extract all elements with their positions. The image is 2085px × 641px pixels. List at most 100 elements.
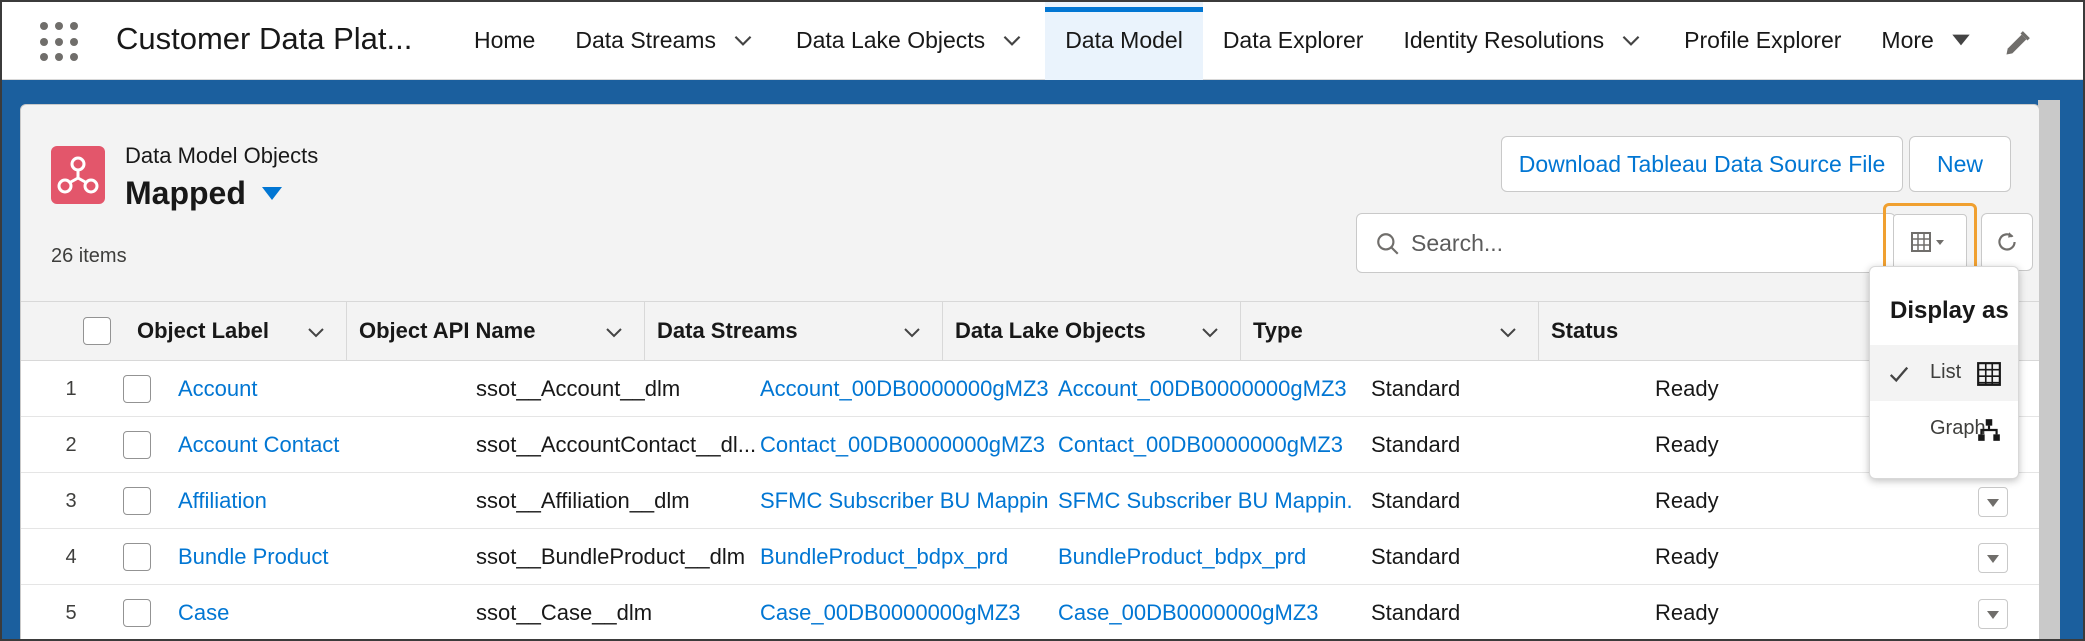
- hierarchy-icon: [1978, 419, 2000, 441]
- caret-down-icon[interactable]: [1948, 27, 1974, 53]
- row-checkbox[interactable]: [123, 487, 151, 515]
- row-select-cell: [123, 417, 153, 473]
- chevron-down-icon[interactable]: [1496, 320, 1520, 344]
- table-row: 4 Bundle Product ssot__BundleProduct__dl…: [21, 529, 2039, 585]
- row-actions-button[interactable]: [1978, 599, 2008, 629]
- row-actions-button[interactable]: [1978, 487, 2008, 517]
- data-stream-link[interactable]: BundleProduct_bdpx_prd: [760, 529, 1050, 585]
- nav-tab-data-lake-objects[interactable]: Data Lake Objects: [776, 0, 1045, 80]
- table-icon: [1977, 362, 2001, 386]
- object-label-link[interactable]: Affiliation: [178, 473, 343, 529]
- page-scrollbar[interactable]: [2038, 100, 2060, 641]
- nav-tab-identity-resolutions[interactable]: Identity Resolutions: [1383, 0, 1664, 80]
- display-as-graph-option[interactable]: Graph: [1870, 401, 2018, 457]
- data-lake-object-link[interactable]: Account_00DB0000000gMZ3: [1058, 361, 1351, 417]
- data-lake-object-link[interactable]: SFMC Subscriber BU Mappin...: [1058, 473, 1351, 529]
- nav-tab-data-model[interactable]: Data Model: [1045, 0, 1203, 80]
- status-value: Ready: [1655, 600, 1719, 625]
- row-checkbox[interactable]: [123, 599, 151, 627]
- table-icon: [1911, 232, 1944, 252]
- nav-tab-label: Identity Resolutions: [1403, 26, 1605, 53]
- type-value: Standard: [1371, 488, 1461, 513]
- nav-tab-label: Data Streams: [575, 26, 716, 53]
- row-checkbox[interactable]: [123, 543, 151, 571]
- chevron-down-icon[interactable]: [999, 27, 1025, 53]
- table-row: 5 Case ssot__Case__dlm Case_00DB0000000g…: [21, 585, 2039, 640]
- column-header-type[interactable]: Type: [1241, 302, 1539, 360]
- row-checkbox[interactable]: [123, 431, 151, 459]
- display-as-list-option[interactable]: List: [1870, 345, 2018, 401]
- row-select-cell: [123, 473, 153, 529]
- data-stream-link[interactable]: SFMC Subscriber BU Mappin...: [760, 473, 1050, 529]
- column-header-data-lake-objects[interactable]: Data Lake Objects: [943, 302, 1241, 360]
- chevron-down-icon[interactable]: [900, 320, 924, 344]
- list-view-title: Mapped: [125, 175, 246, 211]
- row-select-cell: [123, 529, 153, 585]
- chevron-down-icon[interactable]: [1198, 320, 1222, 344]
- table-header: Object Label Object API Name Data Stream…: [21, 301, 2039, 361]
- search-input[interactable]: [1411, 226, 1711, 260]
- display-as-button-inner: [1893, 214, 1967, 270]
- row-number: 3: [65, 489, 77, 512]
- row-number: 5: [65, 601, 77, 624]
- object-api-name: ssot__Affiliation__dlm: [476, 488, 690, 513]
- checkmark-icon: [1889, 366, 1909, 383]
- nav-tabs: Home Data Streams Data Lake Objects Data…: [454, 0, 1994, 80]
- data-lake-object-link[interactable]: Case_00DB0000000gMZ3: [1058, 585, 1351, 640]
- data-stream-link[interactable]: Case_00DB0000000gMZ3: [760, 585, 1050, 640]
- chevron-down-icon[interactable]: [304, 320, 328, 344]
- status-value: Ready: [1655, 544, 1719, 569]
- nav-tab-more[interactable]: More: [1861, 0, 1993, 80]
- nav-tab-data-streams[interactable]: Data Streams: [555, 0, 776, 80]
- nav-tab-label: Profile Explorer: [1684, 26, 1842, 53]
- data-lake-object-link[interactable]: BundleProduct_bdpx_prd: [1058, 529, 1351, 585]
- object-label-link[interactable]: Bundle Product: [178, 529, 343, 585]
- nav-tab-home[interactable]: Home: [454, 0, 555, 80]
- download-tableau-button[interactable]: Download Tableau Data Source File: [1501, 136, 1903, 192]
- row-select-cell: [123, 361, 153, 417]
- data-model-object-icon: [51, 146, 105, 204]
- list-view-card: Data Model Objects Mapped 26 items Downl…: [20, 104, 2040, 641]
- menu-item-label: List: [1930, 361, 1962, 383]
- refresh-icon: [1998, 232, 2016, 251]
- row-number: 4: [65, 545, 77, 568]
- object-type-label: Data Model Objects: [125, 143, 319, 168]
- table-row: 1 Account ssot__Account__dlm Account_00D…: [21, 361, 2039, 417]
- chevron-down-icon[interactable]: [730, 27, 756, 53]
- object-label-link[interactable]: Account: [178, 361, 343, 417]
- chevron-down-icon[interactable]: [1618, 27, 1644, 53]
- list-view-selector[interactable]: Mapped: [125, 175, 282, 212]
- nav-tab-label: Data Explorer: [1222, 26, 1364, 53]
- nav-tab-label: More: [1881, 26, 1934, 53]
- data-stream-link[interactable]: Account_00DB0000000gMZ3: [760, 361, 1050, 417]
- type-value: Standard: [1371, 432, 1461, 457]
- nav-tab-profile-explorer[interactable]: Profile Explorer: [1664, 0, 1861, 80]
- search-box: [1356, 213, 1896, 273]
- column-header-data-streams[interactable]: Data Streams: [645, 302, 943, 360]
- column-header-object-label[interactable]: Object Label: [125, 302, 347, 360]
- chevron-down-icon[interactable]: [602, 320, 626, 344]
- data-lake-object-link[interactable]: Contact_00DB0000000gMZ3: [1058, 417, 1351, 473]
- object-api-name: ssot__Case__dlm: [476, 600, 653, 625]
- row-checkbox[interactable]: [123, 375, 151, 403]
- caret-down-icon: [261, 187, 282, 200]
- type-value: Standard: [1371, 600, 1461, 625]
- row-actions-button[interactable]: [1978, 543, 2008, 573]
- object-api-name: ssot__BundleProduct__dlm: [476, 544, 746, 569]
- data-stream-link[interactable]: Contact_00DB0000000gMZ3: [760, 417, 1050, 473]
- global-navigation: Customer Data Plat... Home Data Streams …: [0, 0, 2085, 80]
- select-all-checkbox[interactable]: [83, 317, 111, 345]
- object-label-link[interactable]: Account Contact: [178, 417, 343, 473]
- column-header-object-api-name[interactable]: Object API Name: [347, 302, 645, 360]
- item-count: 26 items: [51, 245, 127, 267]
- nav-tab-data-explorer[interactable]: Data Explorer: [1203, 0, 1384, 80]
- app-launcher-icon[interactable]: [40, 22, 80, 62]
- new-button[interactable]: New: [1909, 136, 2011, 192]
- row-number: 2: [65, 433, 77, 456]
- refresh-button[interactable]: [1981, 213, 2033, 271]
- select-all-cell: [21, 302, 123, 360]
- object-label-link[interactable]: Case: [178, 585, 343, 640]
- table-row: 2 Account Contact ssot__AccountContact__…: [21, 417, 2039, 473]
- nav-tab-label: Home: [474, 26, 536, 53]
- edit-nav-pencil-icon[interactable]: [2003, 30, 2031, 58]
